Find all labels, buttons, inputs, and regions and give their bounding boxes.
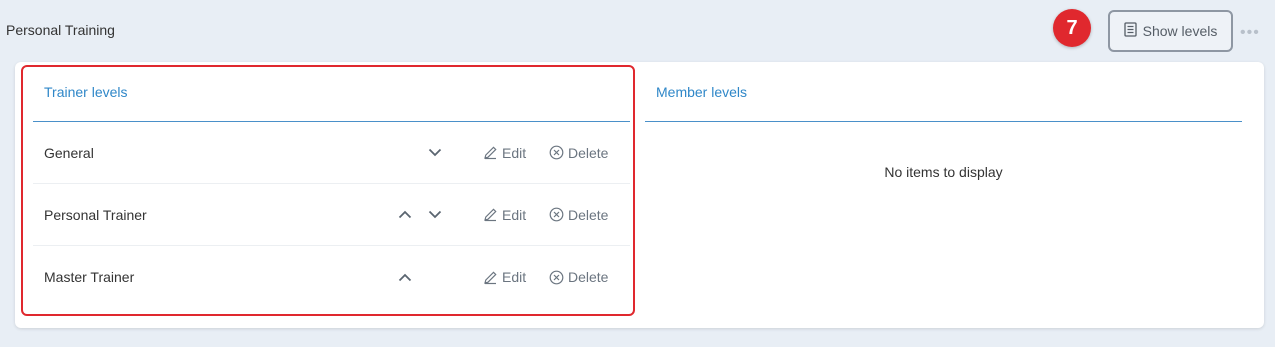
more-dots-icon[interactable]: ••• [1240,24,1260,42]
step-badge: 7 [1053,9,1091,47]
chevron-down-icon[interactable] [425,143,445,163]
trainer-levels-title: Trainer levels [33,62,630,122]
list-item: Personal Trainer Edit Delete [33,184,630,246]
edit-button[interactable]: Edit [483,269,526,285]
show-levels-label: Show levels [1142,23,1218,39]
toolbar: Personal Training 7 Show levels ••• [0,0,1275,62]
edit-label: Edit [502,269,527,285]
delete-button[interactable]: Delete [549,145,608,161]
edit-button[interactable]: Edit [483,207,526,223]
edit-label: Edit [502,206,527,223]
delete-label: Delete [568,144,609,161]
level-label: Personal Trainer [44,206,147,223]
list-item: Master Trainer Edit Delete [33,246,630,308]
trainer-levels-panel: Trainer levels General Edit Delete Perso… [33,62,630,308]
delete-button[interactable]: Delete [549,269,608,285]
level-label: General [44,144,94,161]
delete-label: Delete [568,269,609,285]
document-icon [1123,22,1137,40]
level-label: Master Trainer [44,269,135,285]
edit-label: Edit [502,144,527,161]
pencil-icon [484,208,497,222]
section-title: Personal Training [6,22,115,38]
chevron-up-icon[interactable] [395,205,415,225]
circle-x-icon [549,270,564,284]
pencil-icon [484,270,497,284]
chevron-down-icon[interactable] [425,205,445,225]
delete-button[interactable]: Delete [549,207,608,223]
member-levels-title: Member levels [645,62,1242,122]
show-levels-button[interactable]: Show levels [1108,10,1233,52]
list-item: General Edit Delete [33,122,630,184]
pencil-icon [484,146,497,160]
delete-label: Delete [568,206,609,223]
member-levels-panel: Member levels [645,62,1242,122]
circle-x-icon [549,145,564,160]
edit-button[interactable]: Edit [483,145,526,161]
empty-state-text: No items to display [884,164,1003,180]
circle-x-icon [549,207,564,222]
chevron-up-icon[interactable] [395,267,415,287]
